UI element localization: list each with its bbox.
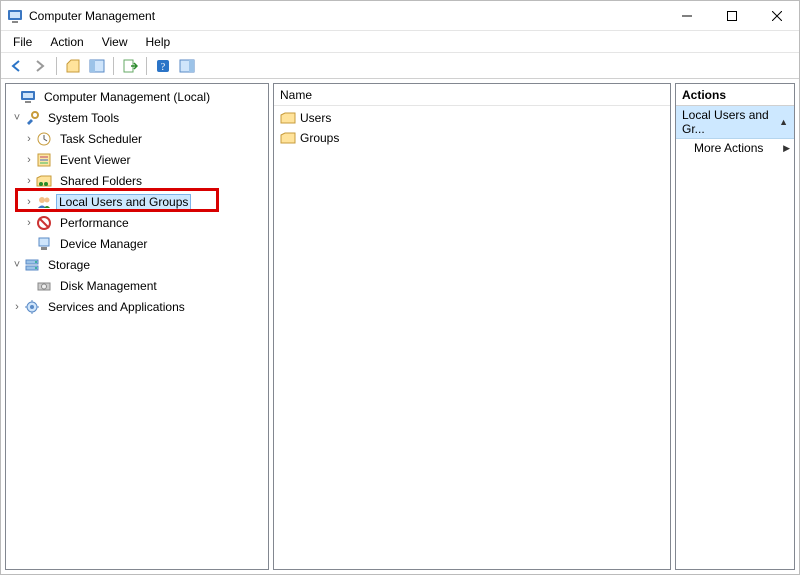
disk-icon — [36, 278, 52, 294]
actions-section-label: Local Users and Gr... — [682, 108, 779, 136]
list-column-header[interactable]: Name — [274, 84, 670, 106]
tree-root[interactable]: Computer Management (Local) — [6, 86, 268, 107]
tree-item-label: Services and Applications — [48, 300, 185, 314]
tree-device-manager[interactable]: Device Manager — [6, 233, 268, 254]
shared-folder-icon — [36, 173, 52, 189]
list-item-label: Groups — [300, 131, 339, 145]
toolbar-separator — [113, 57, 114, 75]
show-hide-action-pane-button[interactable] — [176, 55, 198, 77]
window-controls — [664, 1, 799, 30]
tree-performance[interactable]: › Performance — [6, 212, 268, 233]
performance-icon — [36, 215, 52, 231]
list-pane: Name Users Groups — [273, 83, 671, 570]
menu-action[interactable]: Action — [42, 33, 91, 51]
list-item-groups[interactable]: Groups — [274, 128, 670, 148]
services-icon — [24, 299, 40, 315]
menu-view[interactable]: View — [94, 33, 136, 51]
tree-storage[interactable]: ˅ Storage — [6, 254, 268, 275]
expander-icon[interactable]: › — [10, 301, 24, 313]
app-icon — [7, 8, 23, 24]
list-item-users[interactable]: Users — [274, 108, 670, 128]
expander-icon[interactable]: › — [22, 175, 36, 187]
tree-item-label: Disk Management — [60, 279, 157, 293]
window-title: Computer Management — [29, 9, 155, 23]
expander-icon[interactable]: › — [22, 133, 36, 145]
expander-icon[interactable]: › — [22, 154, 36, 166]
expander-icon[interactable]: ˅ — [10, 259, 24, 271]
tree-system-tools[interactable]: ˅ System Tools — [6, 107, 268, 128]
help-button[interactable]: ? — [152, 55, 174, 77]
collapse-icon: ▲ — [779, 117, 788, 127]
client-area: Computer Management (Local) ˅ System Too… — [1, 79, 799, 574]
close-button[interactable] — [754, 1, 799, 30]
navigation-tree-pane: Computer Management (Local) ˅ System Too… — [5, 83, 269, 570]
action-item-label: More Actions — [694, 141, 763, 155]
tree-item-label: Task Scheduler — [60, 132, 142, 146]
expander-icon[interactable]: › — [22, 217, 36, 229]
maximize-button[interactable] — [709, 1, 754, 30]
toolbar-separator — [146, 57, 147, 75]
expander-icon[interactable]: ˅ — [10, 112, 24, 124]
titlebar: Computer Management — [1, 1, 799, 31]
event-log-icon — [36, 152, 52, 168]
tree-item-label: Device Manager — [60, 237, 147, 251]
forward-button[interactable] — [29, 55, 51, 77]
tree-item-label: Performance — [60, 216, 129, 230]
navigation-tree[interactable]: Computer Management (Local) ˅ System Too… — [6, 84, 268, 319]
toolbar: ? — [1, 53, 799, 79]
device-icon — [36, 236, 52, 252]
tree-item-label: System Tools — [48, 111, 119, 125]
storage-icon — [24, 257, 40, 273]
folder-icon — [280, 110, 296, 126]
tree-shared-folders[interactable]: › Shared Folders — [6, 170, 268, 191]
clock-icon — [36, 131, 52, 147]
tree-item-label: Computer Management (Local) — [44, 90, 210, 104]
actions-header: Actions — [676, 84, 794, 106]
toolbar-separator — [56, 57, 57, 75]
tree-disk-management[interactable]: Disk Management — [6, 275, 268, 296]
svg-text:?: ? — [161, 62, 166, 73]
tree-local-users-groups[interactable]: › Local Users and Groups — [6, 191, 268, 212]
computer-icon — [20, 89, 36, 105]
menu-help[interactable]: Help — [138, 33, 179, 51]
actions-pane: Actions Local Users and Gr... ▲ More Act… — [675, 83, 795, 570]
list-body: Users Groups — [274, 106, 670, 150]
minimize-button[interactable] — [664, 1, 709, 30]
list-item-label: Users — [300, 111, 331, 125]
tree-services-apps[interactable]: › Services and Applications — [6, 296, 268, 317]
submenu-icon: ▶ — [783, 143, 790, 154]
tree-item-label: Storage — [48, 258, 90, 272]
up-level-button[interactable] — [62, 55, 84, 77]
menu-file[interactable]: File — [5, 33, 40, 51]
back-button[interactable] — [5, 55, 27, 77]
tools-icon — [24, 110, 40, 126]
folder-icon — [280, 130, 296, 146]
tree-item-label: Event Viewer — [60, 153, 130, 167]
expander-icon[interactable]: › — [22, 196, 36, 208]
actions-section-title[interactable]: Local Users and Gr... ▲ — [676, 106, 794, 139]
menubar: File Action View Help — [1, 31, 799, 53]
export-list-button[interactable] — [119, 55, 141, 77]
tree-event-viewer[interactable]: › Event Viewer — [6, 149, 268, 170]
tree-item-label: Local Users and Groups — [59, 195, 188, 209]
action-more-actions[interactable]: More Actions ▶ — [676, 139, 794, 157]
show-hide-tree-button[interactable] — [86, 55, 108, 77]
users-icon — [36, 194, 52, 210]
column-name-header: Name — [280, 88, 312, 102]
tree-item-label: Shared Folders — [60, 174, 142, 188]
tree-task-scheduler[interactable]: › Task Scheduler — [6, 128, 268, 149]
